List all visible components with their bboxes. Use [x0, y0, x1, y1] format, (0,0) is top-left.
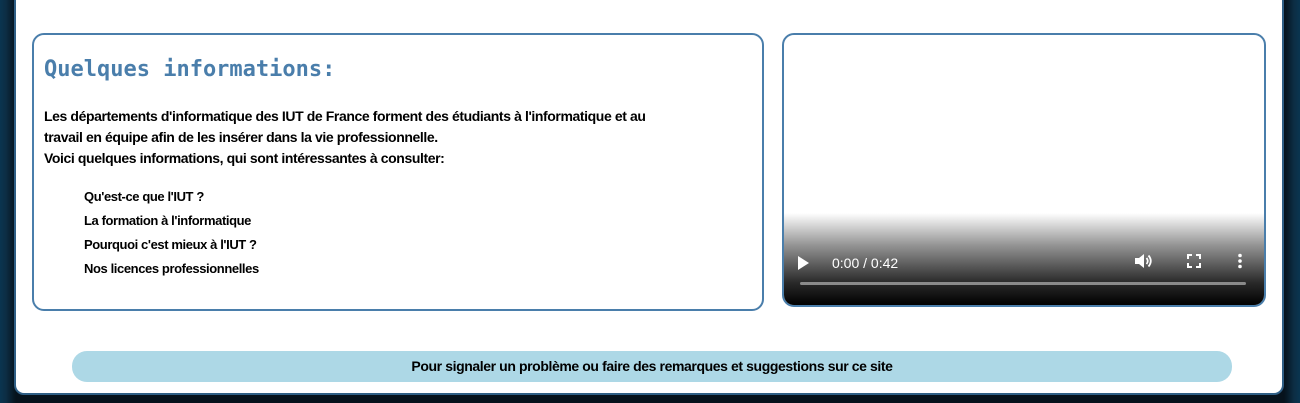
info-paragraph-line: travail en équipe afin de les insérer da…: [44, 129, 438, 145]
info-links-list: Qu'est-ce que l'IUT ? La formation à l'i…: [84, 185, 259, 281]
link-licences-pro[interactable]: Nos licences professionnelles: [84, 257, 259, 281]
play-icon[interactable]: [798, 256, 809, 270]
video-controls: 0:00 / 0:42: [784, 213, 1264, 305]
video-player[interactable]: 0:00 / 0:42: [782, 33, 1266, 307]
video-time: 0:00 / 0:42: [832, 255, 899, 271]
more-options-icon[interactable]: [1234, 253, 1246, 269]
video-seek-bar[interactable]: [800, 282, 1246, 285]
info-paragraph: Les départements d'informatique des IUT …: [44, 106, 734, 169]
info-paragraph-line: Les départements d'informatique des IUT …: [44, 108, 646, 124]
volume-icon[interactable]: [1134, 253, 1154, 269]
info-card: Quelques informations: Les départements …: [32, 33, 764, 311]
fullscreen-icon[interactable]: [1186, 253, 1202, 269]
info-paragraph-line: Voici quelques informations, qui sont in…: [44, 150, 445, 166]
link-formation-informatique[interactable]: La formation à l'informatique: [84, 209, 259, 233]
main-content-panel: Quelques informations: Les départements …: [14, 0, 1284, 395]
report-problem-link[interactable]: Pour signaler un problème ou faire des r…: [72, 351, 1232, 382]
info-title: Quelques informations:: [44, 57, 336, 82]
link-what-is-iut[interactable]: Qu'est-ce que l'IUT ?: [84, 185, 259, 209]
link-why-iut[interactable]: Pourquoi c'est mieux à l'IUT ?: [84, 233, 259, 257]
